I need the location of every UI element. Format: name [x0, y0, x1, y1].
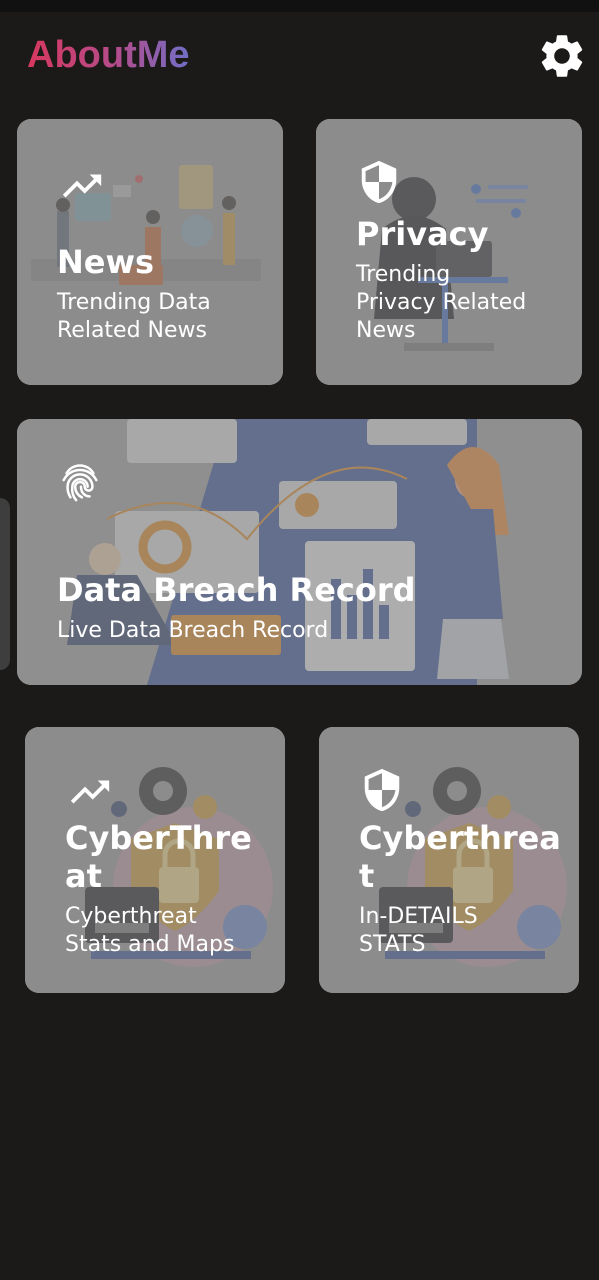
cyberthreat-details-subtitle-line1: In-DETAILS: [359, 904, 478, 929]
privacy-subtitle-line3: News: [356, 318, 416, 343]
privacy-subtitle-line2: Privacy Related: [356, 290, 527, 315]
cyberthreat-maps-title-line1: CyberThre: [65, 819, 252, 857]
cyberthreat-details-subtitle-line2: STATS: [359, 932, 426, 957]
cyberthreat-maps-subtitle-line2: Stats and Maps: [65, 932, 235, 957]
cyberthreat-details-card[interactable]: Cyberthrea t In-DETAILS STATS: [319, 727, 579, 993]
data-breach-card[interactable]: Data Breach Record Live Data Breach Reco…: [17, 419, 582, 685]
data-breach-subtitle: Live Data Breach Record: [57, 618, 329, 643]
status-bar: [0, 0, 599, 12]
news-subtitle-line2: Related News: [57, 318, 207, 343]
privacy-card[interactable]: Privacy Trending Privacy Related News: [316, 119, 582, 385]
fingerprint-icon: [62, 464, 98, 502]
cyberthreat-details-title-line2: t: [359, 857, 375, 895]
card-overlay: [319, 727, 579, 993]
cyberthreat-maps-subtitle-line1: Cyberthreat: [65, 904, 197, 929]
data-breach-title: Data Breach Record: [57, 571, 416, 609]
cyberthreat-maps-title-line2: at: [65, 857, 102, 895]
news-subtitle-line1: Trending Data: [57, 290, 211, 315]
edge-drawer-handle[interactable]: [0, 498, 10, 670]
cyberthreat-maps-card[interactable]: CyberThre at Cyberthreat Stats and Maps: [25, 727, 285, 993]
gear-icon: [541, 35, 583, 77]
news-card[interactable]: News Trending Data Related News: [17, 119, 283, 385]
privacy-title: Privacy: [356, 215, 489, 253]
shield-icon: [361, 160, 397, 204]
news-title: News: [57, 243, 155, 281]
trending-up-icon: [62, 174, 102, 198]
shield-icon: [364, 768, 400, 812]
privacy-subtitle-line1: Trending: [356, 262, 451, 287]
app-title: AboutMe: [27, 34, 190, 76]
trending-up-icon: [70, 780, 110, 804]
settings-button[interactable]: [536, 30, 588, 82]
cyberthreat-details-title-line1: Cyberthrea: [359, 819, 561, 857]
